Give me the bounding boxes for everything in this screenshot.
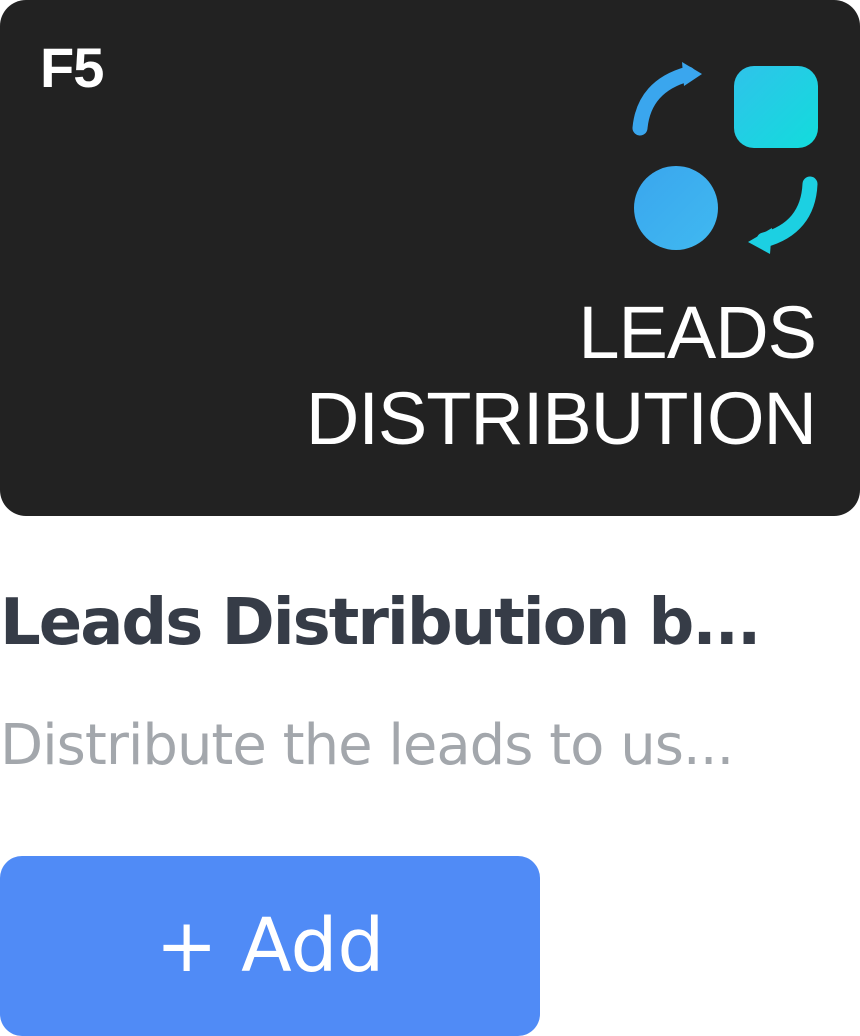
square-icon <box>734 66 818 148</box>
leads-distribution-logo-icon <box>632 62 818 254</box>
banner-title-line2: DISTRIBUTION <box>305 377 817 460</box>
banner-title: LEADS DISTRIBUTION <box>305 290 817 462</box>
banner-badge: F5 <box>40 36 104 99</box>
add-button[interactable]: + Add <box>0 856 540 1036</box>
circle-icon <box>634 166 718 250</box>
app-banner-image[interactable]: F5 LEADS DISTRIBUTION <box>0 0 860 516</box>
app-title[interactable]: Leads Distribution b... <box>0 580 860 666</box>
app-description: Distribute the leads to us... <box>0 713 734 778</box>
banner-title-line1: LEADS <box>578 291 817 374</box>
arrow-top-left-icon <box>632 66 696 136</box>
